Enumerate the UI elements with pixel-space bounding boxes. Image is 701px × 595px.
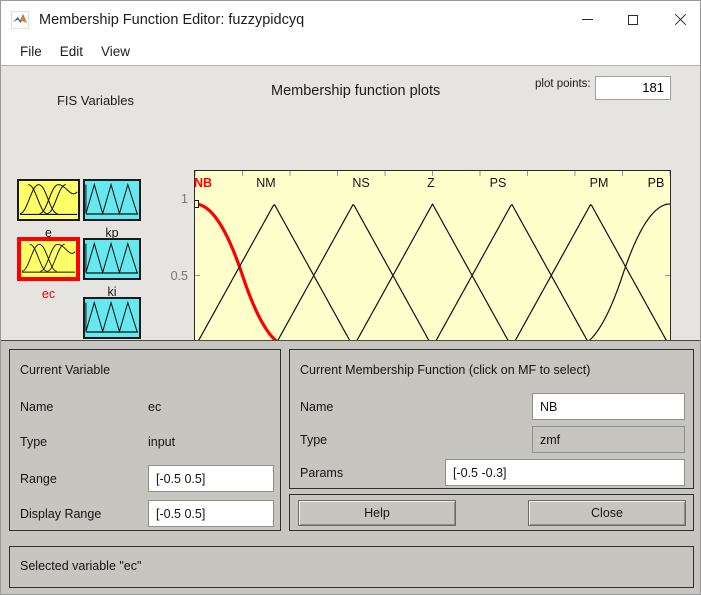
minimize-icon bbox=[581, 19, 593, 20]
mf-name-input[interactable]: NB bbox=[532, 393, 685, 420]
current-variable-panel: Current Variable Name ec Type input Rang… bbox=[9, 349, 281, 531]
mf-plot-curves bbox=[195, 171, 670, 351]
mf-label-PB[interactable]: PB bbox=[641, 176, 671, 190]
status-bar: Selected variable "ec" bbox=[9, 546, 694, 588]
mf-params-label: Params bbox=[300, 466, 344, 480]
plot-region: FIS Variables e kp ec ki Membership func… bbox=[1, 65, 700, 402]
help-button[interactable]: Help bbox=[298, 500, 456, 526]
variable-type-value: input bbox=[148, 435, 176, 449]
fis-variable-e[interactable] bbox=[17, 179, 80, 221]
fis-variable-ki[interactable] bbox=[83, 238, 141, 280]
menu-file[interactable]: File bbox=[11, 42, 51, 61]
mf-type-select[interactable]: zmf bbox=[532, 426, 685, 453]
window-title: Membership Function Editor: fuzzypidcyq bbox=[39, 11, 305, 28]
variable-type-label: Type bbox=[20, 435, 48, 449]
current-mf-title: Current Membership Function (click on MF… bbox=[300, 363, 591, 377]
title-bar: Membership Function Editor: fuzzypidcyq bbox=[1, 1, 700, 38]
ytick-1: 1 bbox=[181, 192, 188, 206]
membership-function-editor-window: Membership Function Editor: fuzzypidcyq … bbox=[0, 0, 701, 595]
menu-edit[interactable]: Edit bbox=[51, 42, 92, 61]
plot-points-input[interactable]: 181 bbox=[595, 76, 671, 100]
variable-display-range-label: Display Range bbox=[20, 507, 102, 521]
current-mf-panel: Current Membership Function (click on MF… bbox=[289, 349, 694, 489]
fis-variable-ec-label: ec bbox=[41, 287, 56, 301]
mf-label-PS[interactable]: PS bbox=[483, 176, 513, 190]
menu-view[interactable]: View bbox=[92, 42, 139, 61]
fis-variable-ec[interactable] bbox=[17, 237, 80, 281]
properties-region: Current Variable Name ec Type input Rang… bbox=[1, 340, 700, 594]
mf-params-input[interactable]: [-0.5 -0.3] bbox=[445, 459, 685, 486]
variable-name-label: Name bbox=[20, 400, 54, 414]
variable-range-label: Range bbox=[20, 472, 57, 486]
fis-variables-title: FIS Variables bbox=[56, 93, 135, 108]
buttons-panel: Help Close bbox=[289, 494, 694, 531]
maximize-icon bbox=[628, 14, 638, 25]
plot-points-label: plot points: bbox=[535, 78, 591, 90]
mf-name-label: Name bbox=[300, 400, 334, 414]
close-panel-button[interactable]: Close bbox=[528, 500, 686, 526]
matlab-icon bbox=[10, 10, 30, 29]
variable-range-input[interactable]: [-0.5 0.5] bbox=[148, 465, 274, 492]
fis-variable-kd[interactable] bbox=[83, 297, 141, 339]
mf-label-NS[interactable]: NS bbox=[346, 176, 376, 190]
plot-title: Membership function plots bbox=[271, 83, 441, 99]
mf-label-PM[interactable]: PM bbox=[583, 176, 615, 190]
menu-bar: File Edit View bbox=[1, 38, 700, 65]
mf-label-NB[interactable]: NB bbox=[189, 176, 217, 190]
window-controls bbox=[564, 1, 700, 38]
variable-display-range-input[interactable]: [-0.5 0.5] bbox=[148, 500, 274, 527]
status-message: Selected variable "ec" bbox=[20, 559, 142, 573]
ytick-0-5: 0.5 bbox=[170, 269, 188, 283]
minimize-button[interactable] bbox=[564, 1, 610, 38]
maximize-button[interactable] bbox=[610, 1, 656, 38]
current-variable-title: Current Variable bbox=[20, 363, 111, 377]
variable-name-value: ec bbox=[148, 400, 162, 414]
close-icon bbox=[673, 13, 686, 26]
mf-label-Z[interactable]: Z bbox=[418, 176, 444, 190]
mf-plot-axes[interactable] bbox=[194, 170, 671, 359]
mf-label-NM[interactable]: NM bbox=[251, 176, 281, 190]
close-button[interactable] bbox=[656, 1, 700, 38]
mf-type-label: Type bbox=[300, 433, 328, 447]
fis-variable-kp[interactable] bbox=[83, 179, 141, 221]
